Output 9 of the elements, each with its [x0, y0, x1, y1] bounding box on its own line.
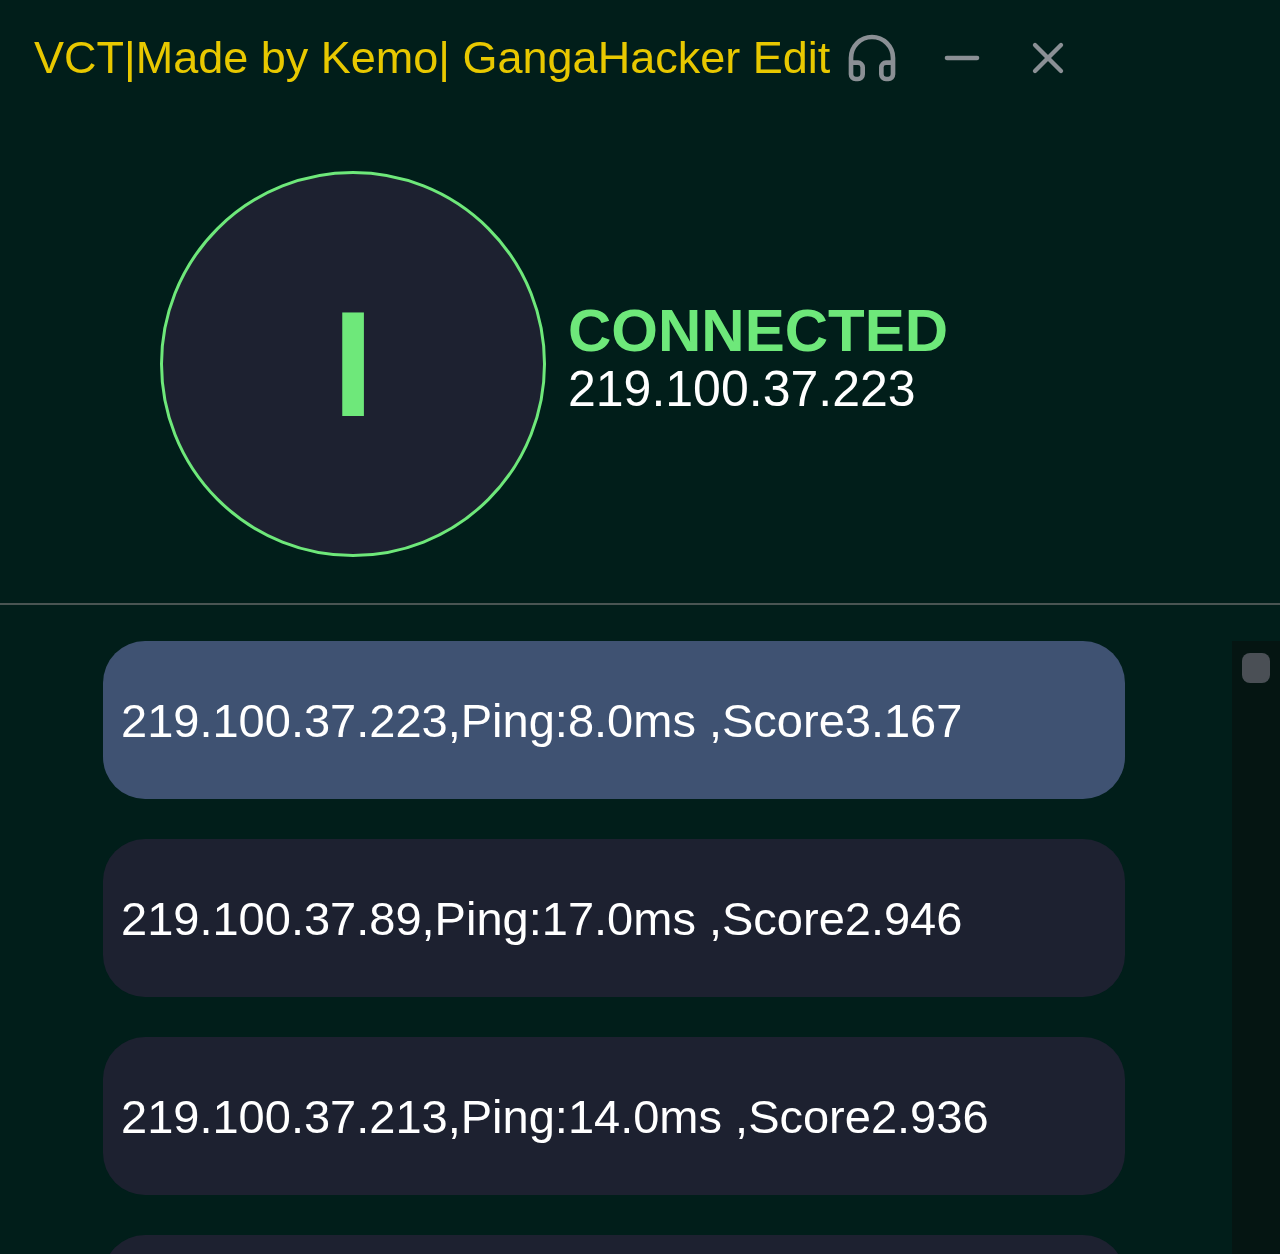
server-row[interactable]: 219.100.37.213,Ping:14.0ms ,Score2.936	[103, 1037, 1125, 1195]
server-row[interactable]: 219.100.37.223,Ping:8.0ms ,Score3.167	[103, 641, 1125, 799]
connect-toggle-button[interactable]: I	[160, 171, 546, 557]
ip-address: 219.100.37.223	[568, 362, 917, 417]
connection-status: CONNECTED	[568, 299, 948, 362]
server-row[interactable]: 219.100.37.89,Ping:17.0ms ,Score2.946	[103, 839, 1125, 997]
window-title: VCT|Made by Kemo| GangaHacker Edit	[34, 31, 831, 84]
scrollbar-thumb[interactable]	[1242, 653, 1270, 683]
scrollbar[interactable]	[1232, 641, 1280, 1254]
